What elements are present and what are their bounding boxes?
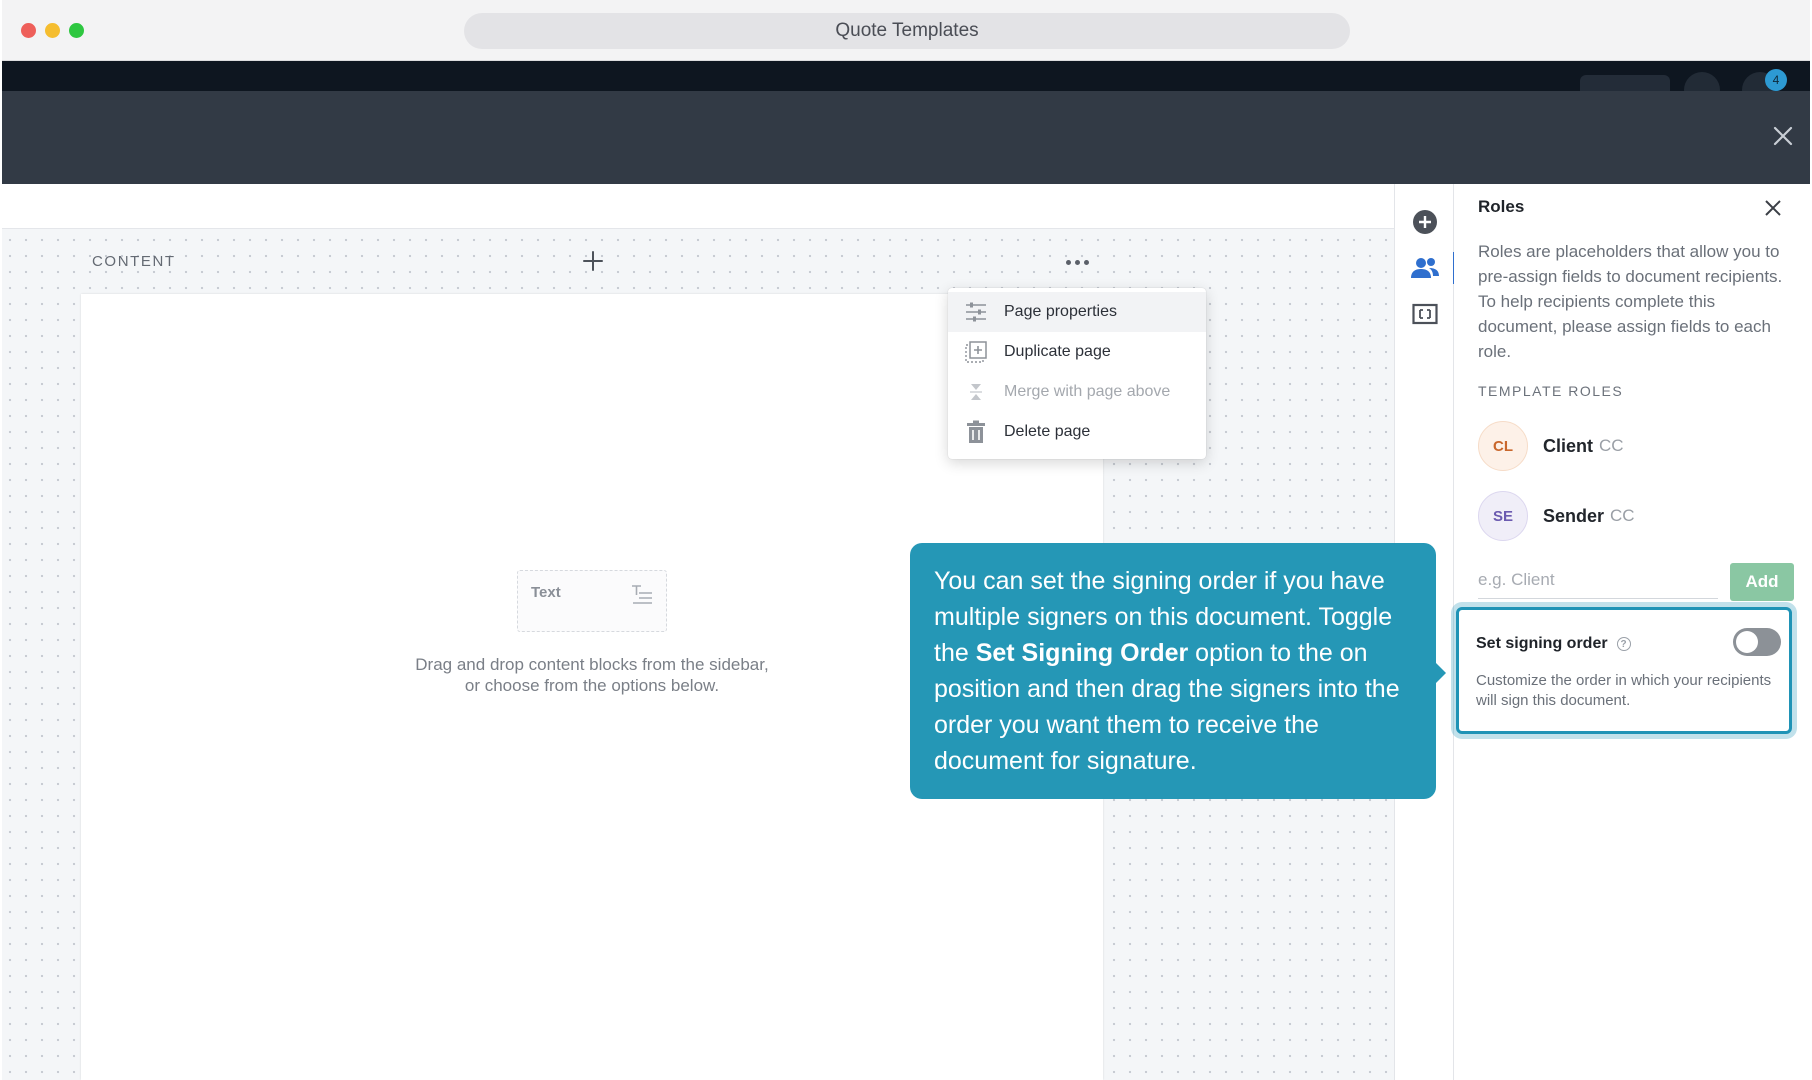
title-bar: Quote Templates bbox=[2, 0, 1810, 61]
merge-icon bbox=[964, 380, 988, 404]
signing-order-title-row: Set signing order ? bbox=[1476, 635, 1631, 653]
empty-hint-line2: or choose from the options below. bbox=[464, 676, 720, 695]
text-block-placeholder[interactable]: Text bbox=[517, 570, 667, 632]
text-block-label: Text bbox=[531, 584, 561, 601]
rail-roles[interactable] bbox=[1395, 248, 1456, 288]
users-icon bbox=[1411, 258, 1439, 278]
tooltip-bold-text: Set Signing Order bbox=[975, 639, 1189, 667]
signing-order-title: Set signing order bbox=[1476, 635, 1608, 652]
modal-header bbox=[2, 91, 1810, 184]
roles-description: Roles are placeholders that allow you to… bbox=[1478, 242, 1783, 361]
menu-item-delete-page[interactable]: Delete page bbox=[948, 412, 1206, 452]
sliders-icon bbox=[964, 300, 988, 324]
rail-add-content[interactable] bbox=[1395, 202, 1455, 242]
page-options-button[interactable] bbox=[1062, 252, 1092, 272]
close-icon bbox=[1765, 200, 1781, 216]
panel-title: Roles bbox=[1478, 197, 1525, 216]
embed-frame-icon bbox=[1412, 303, 1438, 325]
page-options-menu: Page properties Duplicate page Merge wit… bbox=[948, 288, 1206, 459]
maximize-window-button[interactable] bbox=[69, 23, 84, 38]
duplicate-icon bbox=[964, 340, 988, 364]
close-icon bbox=[1773, 126, 1793, 146]
role-item-sender[interactable]: SE Sender CC bbox=[1478, 490, 1778, 542]
signing-order-card: Set signing order ? Customize the order … bbox=[1456, 607, 1792, 734]
more-dot bbox=[1065, 259, 1071, 265]
close-panel-button[interactable] bbox=[1761, 196, 1785, 220]
new-role-input[interactable] bbox=[1478, 561, 1718, 599]
template-roles-label: TEMPLATE ROLES bbox=[1478, 383, 1624, 399]
role-name: Client bbox=[1543, 435, 1594, 456]
trash-icon bbox=[964, 420, 988, 444]
add-circle-icon bbox=[1413, 210, 1437, 234]
role-item-client[interactable]: CL Client CC bbox=[1478, 420, 1778, 472]
menu-item-merge-page[interactable]: Merge with page above bbox=[948, 372, 1206, 412]
menu-item-label: Duplicate page bbox=[1004, 343, 1111, 360]
app-top-bar: 4 bbox=[2, 61, 1810, 108]
notification-badge: 4 bbox=[1765, 69, 1787, 91]
role-name: Sender bbox=[1543, 505, 1605, 526]
more-dot bbox=[1074, 259, 1080, 265]
walkthrough-tooltip: You can set the signing order if you hav… bbox=[910, 543, 1446, 799]
window-title: Quote Templates bbox=[835, 20, 979, 41]
menu-item-label: Delete page bbox=[1004, 423, 1091, 440]
close-modal-button[interactable] bbox=[1768, 121, 1798, 151]
role-tag: CC bbox=[1610, 506, 1635, 525]
empty-hint-line1: Drag and drop content blocks from the si… bbox=[415, 655, 769, 674]
plus-icon bbox=[583, 251, 603, 271]
text-format-icon bbox=[632, 585, 652, 604]
menu-item-duplicate-page[interactable]: Duplicate page bbox=[948, 332, 1206, 372]
role-tag: CC bbox=[1599, 436, 1624, 455]
add-role-button[interactable]: Add bbox=[1730, 563, 1794, 601]
signing-order-toggle[interactable] bbox=[1733, 628, 1781, 656]
menu-item-label: Merge with page above bbox=[1004, 383, 1171, 400]
help-icon[interactable]: ? bbox=[1616, 637, 1631, 651]
toggle-knob bbox=[1736, 631, 1758, 653]
avatar: SE bbox=[1478, 491, 1528, 541]
menu-item-page-properties[interactable]: Page properties bbox=[948, 292, 1206, 332]
window-title-bar[interactable]: Quote Templates bbox=[464, 13, 1350, 49]
browser-window: Quote Templates 4 CONTENT Text Drag and … bbox=[2, 0, 1810, 1080]
rail-embed[interactable] bbox=[1395, 294, 1455, 334]
minimize-window-button[interactable] bbox=[45, 23, 60, 38]
more-dot bbox=[1083, 259, 1089, 265]
content-section-label: CONTENT bbox=[92, 253, 176, 270]
add-block-button[interactable] bbox=[580, 248, 606, 274]
avatar: CL bbox=[1478, 421, 1528, 471]
empty-page-hint: Drag and drop content blocks from the si… bbox=[281, 654, 903, 696]
close-window-button[interactable] bbox=[21, 23, 36, 38]
editor-toolbar bbox=[2, 184, 1394, 229]
signing-order-description: Customize the order in which your recipi… bbox=[1476, 672, 1772, 709]
menu-item-label: Page properties bbox=[1004, 303, 1117, 320]
